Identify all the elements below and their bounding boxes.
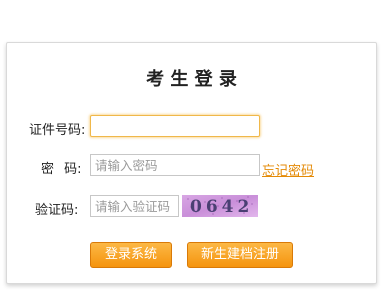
id-number-label: 证件号码: — [29, 123, 86, 138]
login-panel: 考 生 登 录 证件号码: 密 码: 请输入密码 忘记密码 验证码: 请输入验证… — [6, 42, 377, 284]
captcha-input[interactable]: 请输入验证码 — [90, 195, 179, 217]
captcha-label: 验证码: — [35, 203, 79, 218]
login-button[interactable]: 登录系统 — [90, 242, 172, 268]
password-label: 密 码: — [41, 162, 82, 177]
captcha-image[interactable]: 0642 — [182, 195, 258, 217]
captcha-code: 0642 — [190, 197, 253, 217]
forgot-password-link[interactable]: 忘记密码 — [262, 160, 314, 179]
page-title: 考 生 登 录 — [146, 69, 237, 90]
id-number-input[interactable] — [90, 115, 260, 137]
password-input[interactable]: 请输入密码 — [90, 154, 260, 176]
register-button[interactable]: 新生建档注册 — [187, 242, 293, 268]
